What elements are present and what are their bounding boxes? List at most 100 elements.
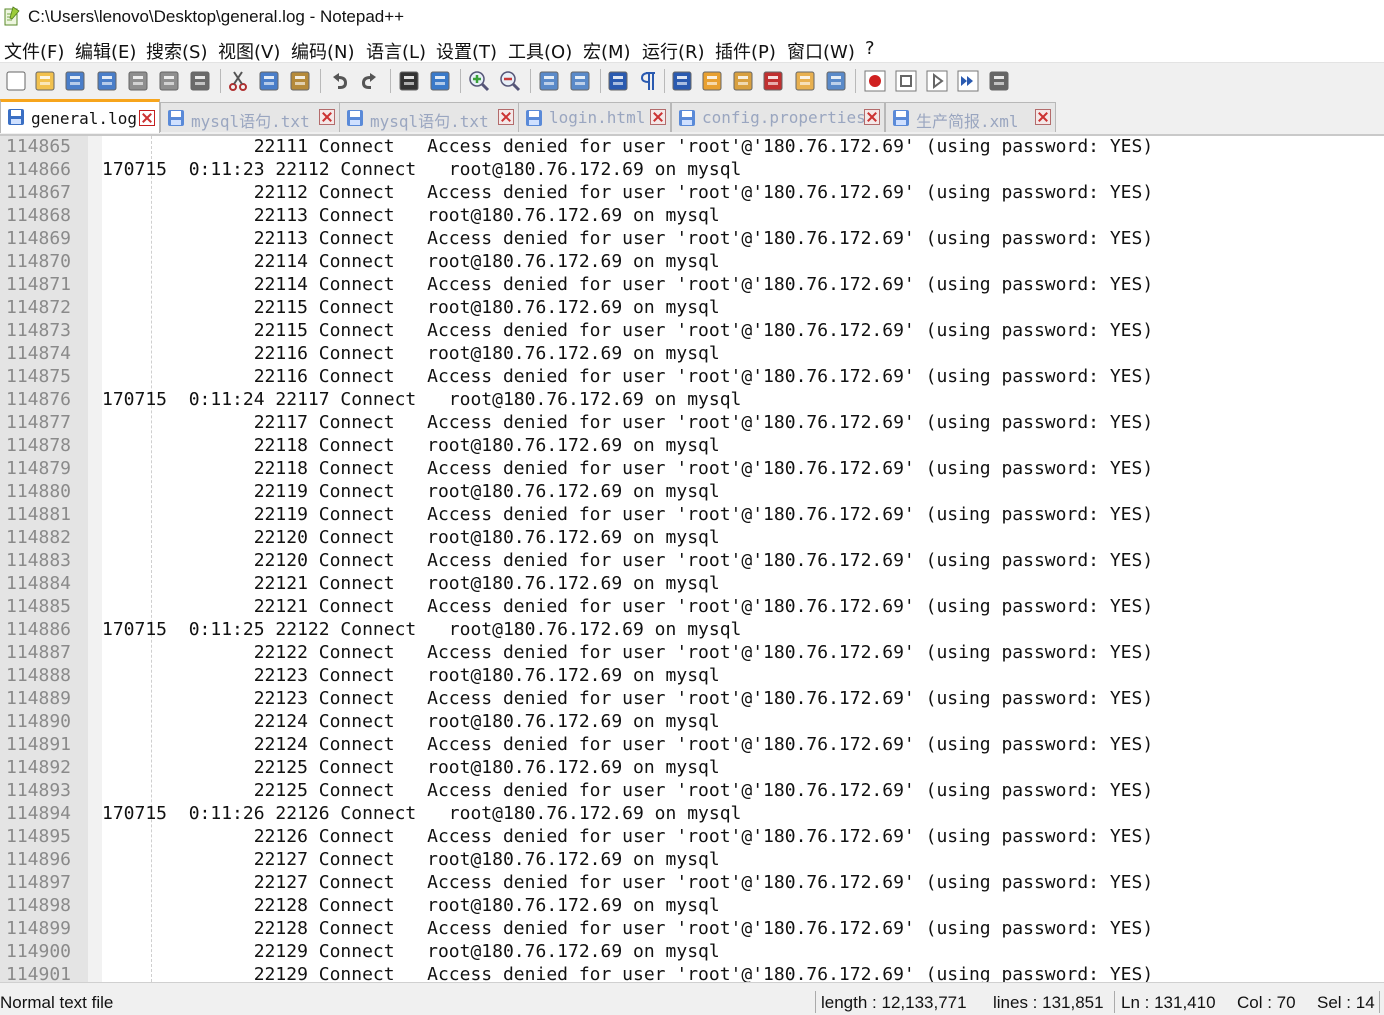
word-wrap-icon[interactable]: [606, 69, 630, 93]
tab-close-icon[interactable]: [864, 109, 880, 125]
editor-line[interactable]: 114884 22121 Connect root@180.76.172.69 …: [0, 573, 1384, 596]
tab-close-icon[interactable]: [1035, 109, 1051, 125]
open-file-icon[interactable]: [33, 69, 57, 93]
zoom-out-icon[interactable]: [498, 69, 522, 93]
menu-item[interactable]: 运行(R): [642, 38, 705, 64]
editor-line[interactable]: 114896 22127 Connect root@180.76.172.69 …: [0, 849, 1384, 872]
menu-item[interactable]: 设置(T): [436, 38, 497, 64]
line-text[interactable]: 22120 Connect root@180.76.172.69 on mysq…: [102, 527, 720, 548]
line-text[interactable]: 22120 Connect Access denied for user 'ro…: [102, 550, 1153, 571]
menu-item[interactable]: 宏(M): [583, 38, 631, 64]
save-all-icon[interactable]: [95, 69, 119, 93]
editor-line[interactable]: 114872 22115 Connect root@180.76.172.69 …: [0, 297, 1384, 320]
tab[interactable]: mysql语句.txt: [339, 102, 519, 132]
menu-item[interactable]: 工具(O): [508, 38, 572, 64]
copy-icon[interactable]: [257, 69, 281, 93]
editor-line[interactable]: 114894 170715 0:11:26 22126 Connect root@…: [0, 803, 1384, 826]
save-icon[interactable]: [63, 69, 87, 93]
tab-close-icon[interactable]: [498, 109, 514, 125]
paste-icon[interactable]: [288, 69, 312, 93]
print-icon[interactable]: [188, 69, 212, 93]
line-text[interactable]: 22122 Connect Access denied for user 'ro…: [102, 642, 1153, 663]
line-text[interactable]: 22125 Connect root@180.76.172.69 on mysq…: [102, 757, 720, 778]
indent-guide-icon[interactable]: [670, 69, 694, 93]
line-text[interactable]: 22115 Connect root@180.76.172.69 on mysq…: [102, 297, 720, 318]
editor-line[interactable]: 114873 22115 Connect Access denied for u…: [0, 320, 1384, 343]
tab-close-icon[interactable]: [650, 109, 666, 125]
close-all-icon[interactable]: [157, 69, 181, 93]
line-text[interactable]: 22124 Connect Access denied for user 'ro…: [102, 734, 1153, 755]
editor-line[interactable]: 114871 22114 Connect Access denied for u…: [0, 274, 1384, 297]
tab[interactable]: general.log: [0, 99, 160, 133]
line-text[interactable]: 22126 Connect Access denied for user 'ro…: [102, 826, 1153, 847]
editor-line[interactable]: 114892 22125 Connect root@180.76.172.69 …: [0, 757, 1384, 780]
editor-line[interactable]: 114890 22124 Connect root@180.76.172.69 …: [0, 711, 1384, 734]
editor-line[interactable]: 114870 22114 Connect root@180.76.172.69 …: [0, 251, 1384, 274]
menu-item[interactable]: 搜索(S): [146, 38, 207, 64]
line-text[interactable]: 22119 Connect root@180.76.172.69 on mysq…: [102, 481, 720, 502]
redo-icon[interactable]: [358, 69, 382, 93]
line-text[interactable]: 22127 Connect root@180.76.172.69 on mysq…: [102, 849, 720, 870]
play-macro-icon[interactable]: [925, 69, 949, 93]
show-all-chars-icon[interactable]: [637, 69, 661, 93]
editor-line[interactable]: 114879 22118 Connect Access denied for u…: [0, 458, 1384, 481]
line-text[interactable]: 170715 0:11:24 22117 Connect root@180.76…: [102, 389, 741, 410]
editor-line[interactable]: 114900 22129 Connect root@180.76.172.69 …: [0, 941, 1384, 964]
editor-line[interactable]: 114898 22128 Connect root@180.76.172.69 …: [0, 895, 1384, 918]
line-text[interactable]: 22116 Connect root@180.76.172.69 on mysq…: [102, 343, 720, 364]
editor-line[interactable]: 114874 22116 Connect root@180.76.172.69 …: [0, 343, 1384, 366]
editor-line[interactable]: 114876 170715 0:11:24 22117 Connect root@…: [0, 389, 1384, 412]
editor-line[interactable]: 114875 22116 Connect Access denied for u…: [0, 366, 1384, 389]
language-icon[interactable]: [700, 69, 724, 93]
editor-line[interactable]: 114893 22125 Connect Access denied for u…: [0, 780, 1384, 803]
editor-line[interactable]: 114868 22113 Connect root@180.76.172.69 …: [0, 205, 1384, 228]
editor-line[interactable]: 114883 22120 Connect Access denied for u…: [0, 550, 1384, 573]
line-text[interactable]: 22113 Connect Access denied for user 'ro…: [102, 228, 1153, 249]
line-text[interactable]: 22114 Connect Access denied for user 'ro…: [102, 274, 1153, 295]
line-text[interactable]: 170715 0:11:25 22122 Connect root@180.76…: [102, 619, 741, 640]
find-icon[interactable]: [397, 69, 421, 93]
menu-item[interactable]: 视图(V): [218, 38, 280, 64]
line-text[interactable]: 22121 Connect root@180.76.172.69 on mysq…: [102, 573, 720, 594]
text-editor[interactable]: 114865 22111 Connect Access denied for u…: [0, 136, 1384, 982]
line-text[interactable]: 22117 Connect Access denied for user 'ro…: [102, 412, 1153, 433]
editor-line[interactable]: 114885 22121 Connect Access denied for u…: [0, 596, 1384, 619]
tab[interactable]: login.html: [518, 102, 671, 132]
menu-item[interactable]: 插件(P): [715, 38, 776, 64]
run-macro-multiple-icon[interactable]: [956, 69, 980, 93]
doc-map-icon[interactable]: [731, 69, 755, 93]
editor-line[interactable]: 114895 22126 Connect Access denied for u…: [0, 826, 1384, 849]
tab[interactable]: 生产简报.xml: [885, 102, 1056, 132]
line-text[interactable]: 22128 Connect Access denied for user 'ro…: [102, 918, 1153, 939]
tab-close-icon[interactable]: [319, 109, 335, 125]
record-macro-icon[interactable]: [863, 69, 887, 93]
function-list-icon[interactable]: [761, 69, 785, 93]
close-icon[interactable]: [126, 69, 150, 93]
line-text[interactable]: 22118 Connect root@180.76.172.69 on mysq…: [102, 435, 720, 456]
editor-line[interactable]: 114869 22113 Connect Access denied for u…: [0, 228, 1384, 251]
line-text[interactable]: 22129 Connect Access denied for user 'ro…: [102, 964, 1153, 982]
editor-line[interactable]: 114880 22119 Connect root@180.76.172.69 …: [0, 481, 1384, 504]
line-text[interactable]: 22128 Connect root@180.76.172.69 on mysq…: [102, 895, 720, 916]
line-text[interactable]: 22113 Connect root@180.76.172.69 on mysq…: [102, 205, 720, 226]
line-text[interactable]: 22129 Connect root@180.76.172.69 on mysq…: [102, 941, 720, 962]
folder-workspace-icon[interactable]: [793, 69, 817, 93]
save-macro-icon[interactable]: [987, 69, 1011, 93]
line-text[interactable]: 22116 Connect Access denied for user 'ro…: [102, 366, 1153, 387]
line-text[interactable]: 22123 Connect Access denied for user 'ro…: [102, 688, 1153, 709]
editor-line[interactable]: 114886 170715 0:11:25 22122 Connect root@…: [0, 619, 1384, 642]
tab-close-icon[interactable]: [139, 110, 155, 126]
cut-icon[interactable]: [226, 69, 250, 93]
line-text[interactable]: 22127 Connect Access denied for user 'ro…: [102, 872, 1153, 893]
editor-line[interactable]: 114899 22128 Connect Access denied for u…: [0, 918, 1384, 941]
editor-line[interactable]: 114877 22117 Connect Access denied for u…: [0, 412, 1384, 435]
tab[interactable]: mysql语句.txt: [160, 102, 340, 132]
line-text[interactable]: 22112 Connect Access denied for user 'ro…: [102, 182, 1153, 203]
editor-line[interactable]: 114897 22127 Connect Access denied for u…: [0, 872, 1384, 895]
tab[interactable]: config.properties: [671, 102, 885, 132]
line-text[interactable]: 22125 Connect Access denied for user 'ro…: [102, 780, 1153, 801]
menu-item[interactable]: 窗口(W): [787, 38, 855, 64]
undo-icon[interactable]: [327, 69, 351, 93]
replace-icon[interactable]: [428, 69, 452, 93]
line-text[interactable]: 22118 Connect Access denied for user 'ro…: [102, 458, 1153, 479]
